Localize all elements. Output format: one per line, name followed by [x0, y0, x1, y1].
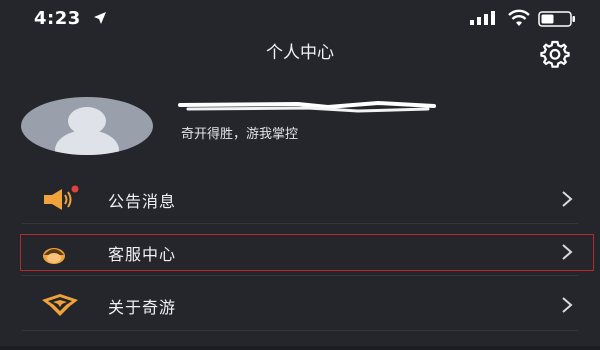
- notification-badge: [71, 185, 79, 193]
- menu-item-announcements[interactable]: 公告消息: [0, 174, 600, 224]
- status-bar: 4:23: [0, 0, 600, 36]
- game-logo-icon: [42, 294, 78, 316]
- divider: [22, 223, 578, 224]
- chevron-right-icon: [562, 297, 573, 313]
- service-agent-icon: [43, 248, 65, 264]
- wifi-icon: [508, 9, 530, 26]
- speaker-icon: [44, 185, 79, 210]
- divider: [22, 275, 578, 276]
- avatar[interactable]: [21, 97, 153, 155]
- menu-item-label: 关于奇游: [108, 298, 177, 317]
- menu-item-customer-service[interactable]: 客服中心: [0, 233, 600, 271]
- menu-item-label: 客服中心: [108, 245, 177, 264]
- divider: [22, 330, 578, 331]
- bottom-edge: [0, 346, 600, 350]
- avatar-body: [55, 130, 119, 155]
- profile-slogan: 奇开得胜，游我掌控: [181, 127, 299, 142]
- battery-icon: [538, 11, 575, 27]
- menu-item-about[interactable]: 关于奇游: [0, 280, 600, 330]
- location-arrow-icon: [94, 12, 106, 24]
- username-redacted: [178, 101, 436, 113]
- menu-item-label: 公告消息: [108, 192, 177, 211]
- status-time: 4:23: [34, 8, 81, 29]
- settings-button[interactable]: [537, 36, 573, 72]
- gear-icon: [540, 40, 570, 68]
- chevron-right-icon: [562, 244, 573, 260]
- page-title: 个人中心: [266, 43, 334, 63]
- cellular-signal-icon: [470, 11, 495, 25]
- chevron-right-icon: [562, 191, 573, 207]
